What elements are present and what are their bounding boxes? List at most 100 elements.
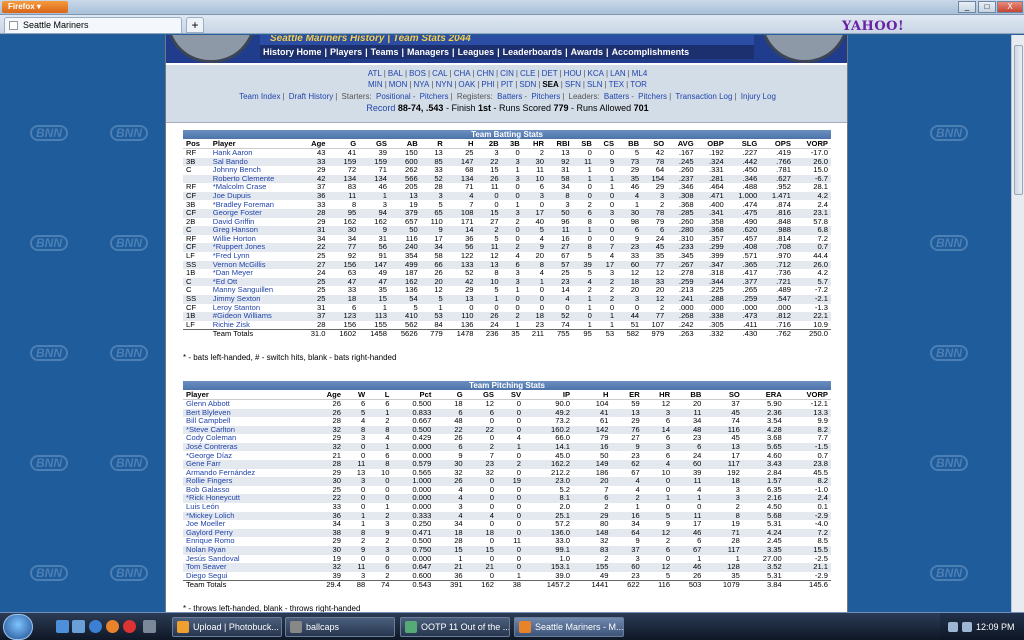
window-app-icon xyxy=(519,621,531,633)
background-logo-tile: BNN xyxy=(110,345,148,361)
vertical-scrollbar[interactable] xyxy=(1011,35,1024,612)
team-link-tor[interactable]: TOR xyxy=(629,79,648,90)
taskbar-window-button[interactable]: Upload | Photobuck... xyxy=(172,617,282,637)
team-link-chn[interactable]: CHN xyxy=(476,68,495,79)
totals-cell: 0.543 xyxy=(392,580,435,590)
totals-cell: 582 xyxy=(617,329,643,339)
stats-page: Seattle Mariners History | Team Stats 20… xyxy=(165,35,848,612)
show-desktop-icon[interactable] xyxy=(56,620,69,633)
totals-cell: 391 xyxy=(434,580,466,590)
team-link-kca[interactable]: KCA xyxy=(587,68,605,79)
tab-seattle-mariners[interactable]: Seattle Mariners xyxy=(4,17,182,33)
team-link-phi[interactable]: PHI xyxy=(480,79,495,90)
team-record-line: Record 88-74, .543 - Finish 1st - Runs S… xyxy=(166,102,847,114)
table-row: Nolan Ryan 30 9 3 0.750 15 15 0 99.1 83 37 6 67 117 3.… xyxy=(183,545,831,555)
team-link-cha[interactable]: CHA xyxy=(453,68,472,79)
firefox-quicklaunch-icon[interactable] xyxy=(106,620,119,633)
totals-cell: 1079 xyxy=(704,580,743,590)
totals-cell: 1602 xyxy=(328,329,360,339)
nav-link-leagues[interactable]: Leagues xyxy=(455,45,498,58)
taskbar-window-button[interactable]: Seattle Mariners - M... xyxy=(514,617,624,637)
firefox-menu-label: Firefox xyxy=(8,2,35,11)
team-link-cal[interactable]: CAL xyxy=(431,68,449,79)
minimize-button[interactable]: _ xyxy=(958,1,976,13)
team-link-min[interactable]: MIN xyxy=(367,79,384,90)
team-link-det[interactable]: DET xyxy=(541,68,559,79)
nav-link-teams[interactable]: Teams xyxy=(368,45,402,58)
maximize-button[interactable]: □ xyxy=(978,1,996,13)
internet-explorer-icon[interactable] xyxy=(89,620,102,633)
leaders-pitchers-link[interactable]: Pitchers xyxy=(637,91,668,102)
background-logo-tile: BNN xyxy=(30,235,68,251)
quicklaunch-extra-icon[interactable] xyxy=(143,620,156,633)
media-player-icon[interactable] xyxy=(123,620,136,633)
tray-network-icon[interactable] xyxy=(948,622,958,632)
batting-legend-note: * - bats left-handed, # - switch hits, b… xyxy=(183,353,397,362)
taskbar-window-button[interactable]: ballcaps xyxy=(285,617,395,637)
team-link-sln[interactable]: SLN xyxy=(586,79,604,90)
taskbar-clock[interactable]: 12:09 PM xyxy=(976,622,1015,632)
team-link-cin[interactable]: CIN xyxy=(499,68,515,79)
team-link-atl[interactable]: ATL xyxy=(367,68,383,79)
nav-link-players[interactable]: Players xyxy=(327,45,365,58)
totals-cell: 74 xyxy=(368,580,393,590)
scrollbar-thumb[interactable] xyxy=(1014,45,1023,195)
team-link-sdn[interactable]: SDN xyxy=(518,79,537,90)
injury-log-link[interactable]: Injury Log xyxy=(740,91,777,102)
runs-allowed-value: 701 xyxy=(633,103,649,113)
team-logo-left xyxy=(166,35,256,63)
record-label: Record xyxy=(366,103,396,113)
leaders-batters-link[interactable]: Batters xyxy=(603,91,630,102)
team-link-nya[interactable]: NYA xyxy=(413,79,431,90)
totals-cell: 88 xyxy=(343,580,369,590)
totals-cell: 1478 xyxy=(445,329,477,339)
team-link-mon[interactable]: MON xyxy=(388,79,409,90)
registers-batters-link[interactable]: Batters xyxy=(496,91,523,102)
transaction-log-link[interactable]: Transaction Log xyxy=(674,91,733,102)
table-row: RF Hank Aaron 43 41 39 150 13 25 3 0 2 13 0 0 5 42.167.… xyxy=(183,148,831,158)
totals-cell: .332 xyxy=(696,329,727,339)
draft-history-link[interactable]: Draft History xyxy=(288,91,334,102)
runs-allowed-label: - Runs Allowed xyxy=(568,103,634,113)
nav-link-leaderboards[interactable]: Leaderboards xyxy=(500,45,566,58)
close-button[interactable]: X xyxy=(997,1,1023,13)
team-link-cle[interactable]: CLE xyxy=(519,68,537,79)
firefox-menu-button[interactable]: Firefox ▾ xyxy=(2,1,68,13)
team-link-oak[interactable]: OAK xyxy=(457,79,476,90)
table-row: 3B Sal Bando 33 159 159 600 85 147 22 3 30 92 11 9 73 7… xyxy=(183,157,831,167)
nav-link-managers[interactable]: Managers xyxy=(404,45,452,58)
team-link-bal[interactable]: BAL xyxy=(387,68,404,79)
team-link-tex[interactable]: TEX xyxy=(608,79,626,90)
team-link-bos[interactable]: BOS xyxy=(408,68,427,79)
team-link-nyn[interactable]: NYN xyxy=(434,79,453,90)
totals-cell: 236 xyxy=(476,329,502,339)
new-tab-button[interactable]: + xyxy=(186,17,204,33)
team-link-pit[interactable]: PIT xyxy=(500,79,514,90)
background-logo-tile: BNN xyxy=(930,565,968,581)
totals-cell: 116 xyxy=(642,580,674,590)
team-link-sfn[interactable]: SFN xyxy=(564,79,582,90)
registers-pitchers-link[interactable]: Pitchers xyxy=(530,91,561,102)
totals-cell: .430 xyxy=(726,329,761,339)
team-link-sea[interactable]: SEA xyxy=(541,79,559,90)
taskbar-window-button[interactable]: OOTP 11 Out of the ... xyxy=(400,617,510,637)
starters-positional-link[interactable]: Positional xyxy=(375,91,412,102)
totals-cell: 979 xyxy=(642,329,668,339)
team-link-lan[interactable]: LAN xyxy=(609,68,627,79)
switch-windows-icon[interactable] xyxy=(72,620,85,633)
browser-tabbar: Seattle Mariners + YAHOO! xyxy=(0,15,1024,34)
team-link-ml4[interactable]: ML4 xyxy=(631,68,649,79)
team-index-link[interactable]: Team Index xyxy=(238,91,281,102)
tray-volume-icon[interactable] xyxy=(962,622,972,632)
nav-link-history-home[interactable]: History Home xyxy=(260,45,325,58)
team-link-hou[interactable]: HOU xyxy=(563,68,583,79)
table-row: Luis León 33 0 1 0.000 3 0 0 2.0 2 1 0 0 2 4.50 0.1 xyxy=(183,503,831,512)
team-links-row-2: MIN | MON | NYA | NYN | OAK | PHI | PIT | SDN | SEA | SFN |… xyxy=(166,79,847,90)
starters-pitchers-link[interactable]: Pitchers xyxy=(419,91,450,102)
runs-scored-value: 779 xyxy=(553,103,569,113)
window-app-icon xyxy=(405,621,417,633)
nav-link-accomplishments[interactable]: Accomplishments xyxy=(609,45,693,58)
finish-label: - Finish xyxy=(443,103,478,113)
start-button[interactable] xyxy=(3,614,33,640)
nav-link-awards[interactable]: Awards xyxy=(568,45,606,58)
